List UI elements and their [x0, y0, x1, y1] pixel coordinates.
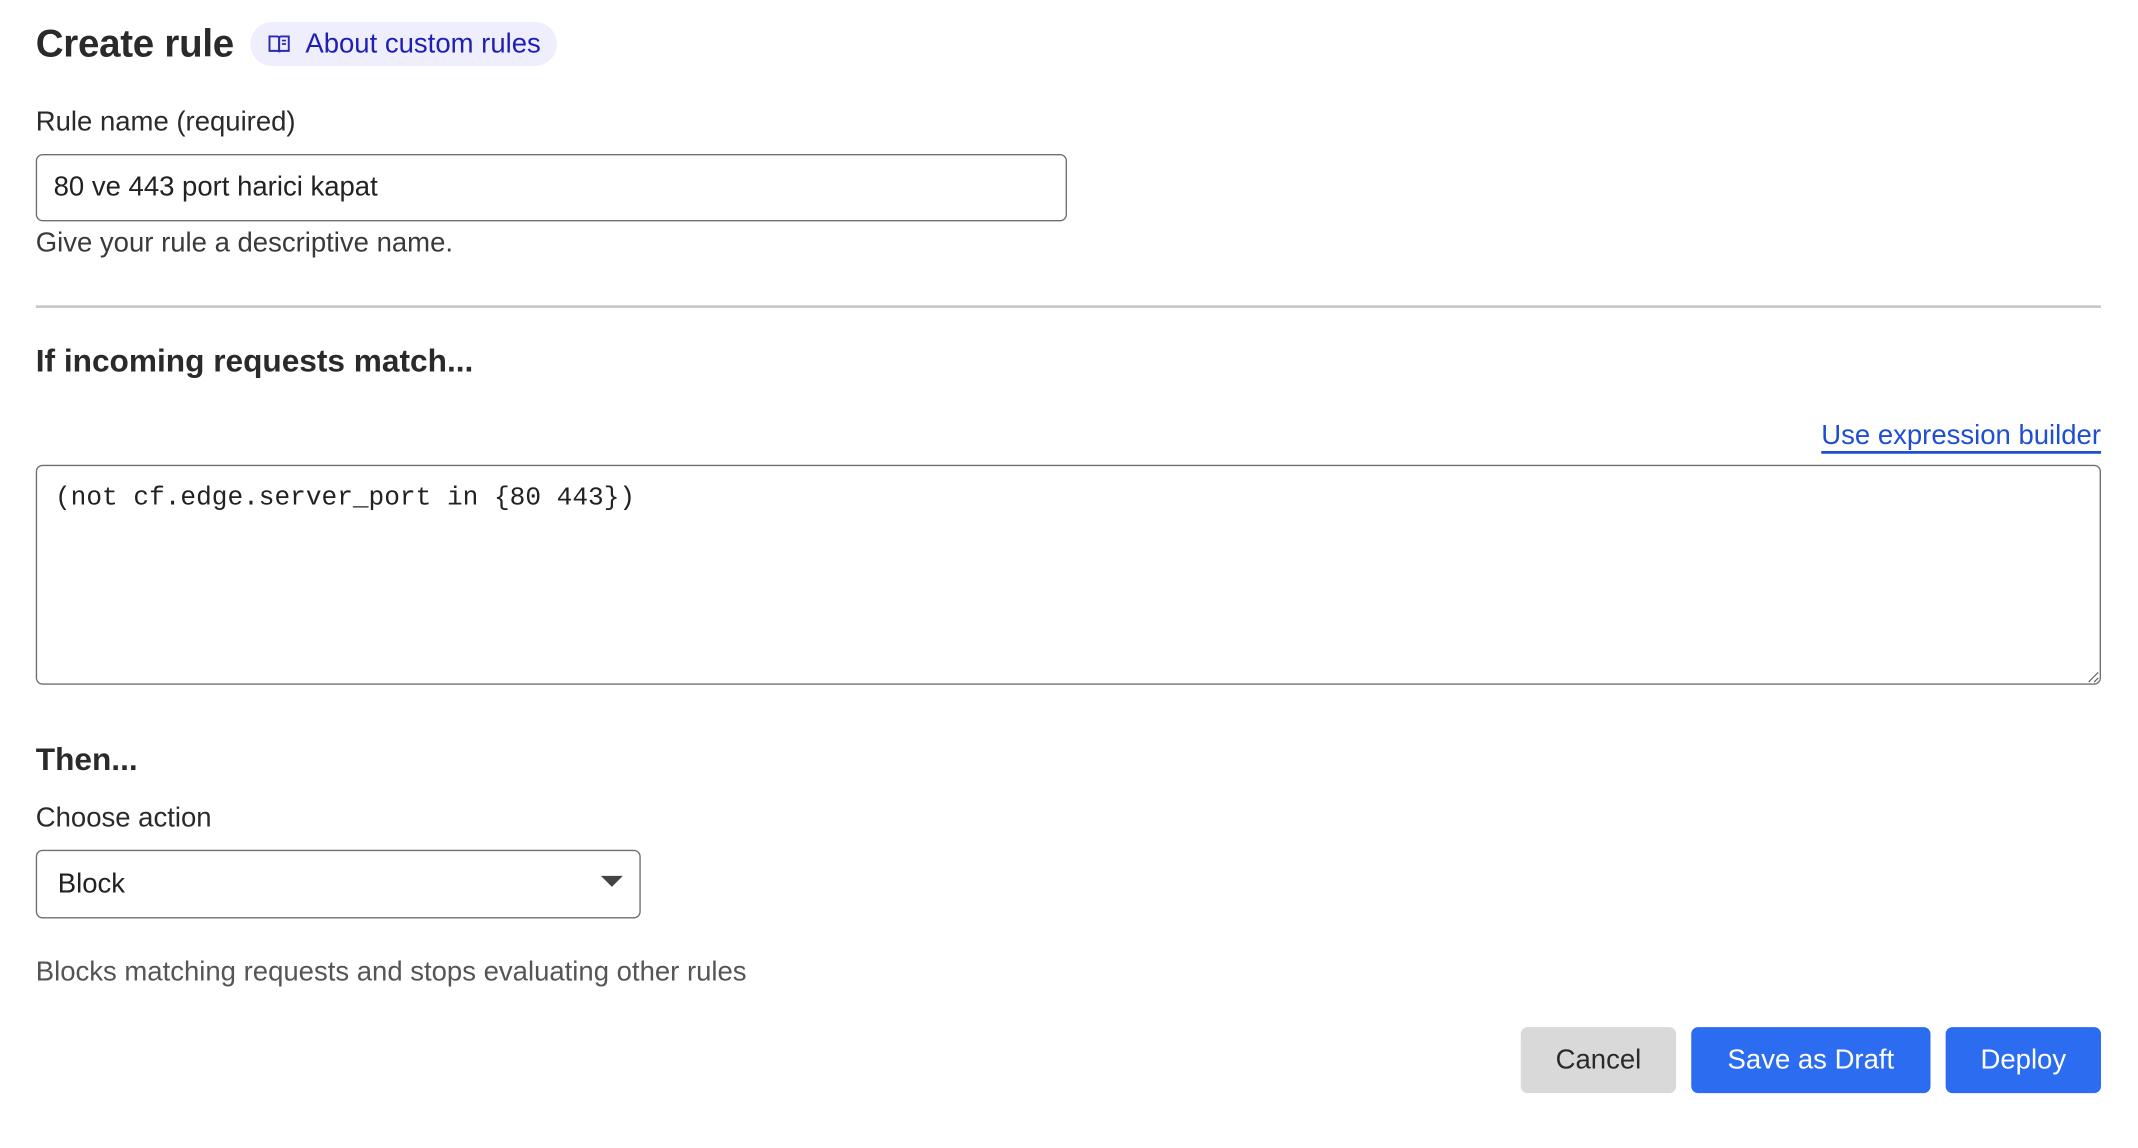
save-as-draft-button[interactable]: Save as Draft	[1691, 1027, 1931, 1094]
rule-name-label: Rule name (required)	[35, 107, 296, 138]
deploy-button[interactable]: Deploy	[1945, 1027, 2101, 1094]
chevron-down-icon	[600, 875, 623, 887]
divider	[35, 305, 2101, 308]
choose-action-label: Choose action	[35, 803, 212, 834]
rule-name-input[interactable]	[35, 154, 1067, 222]
match-section-title: If incoming requests match...	[35, 342, 474, 379]
then-section-title: Then...	[35, 741, 138, 777]
about-custom-rules-link[interactable]: About custom rules	[250, 22, 558, 66]
header: Create rule About custom rules	[36, 22, 558, 66]
action-select[interactable]: Block	[35, 849, 641, 919]
about-link-label: About custom rules	[305, 28, 541, 59]
rule-name-hint: Give your rule a descriptive name.	[35, 228, 454, 259]
use-expression-builder-link[interactable]: Use expression builder	[1821, 421, 2101, 453]
cancel-button[interactable]: Cancel	[1520, 1027, 1677, 1094]
expression-editor[interactable]: (not cf.edge.server_port in {80 443})	[35, 464, 2101, 685]
book-icon	[267, 32, 292, 57]
page: Create rule About custom rules Rule name…	[0, 0, 2138, 1148]
action-description: Blocks matching requests and stops evalu…	[35, 957, 747, 988]
content: Create rule About custom rules Rule name…	[0, 0, 2138, 1148]
page-title: Create rule	[35, 22, 234, 65]
action-select-value: Block	[57, 868, 125, 899]
